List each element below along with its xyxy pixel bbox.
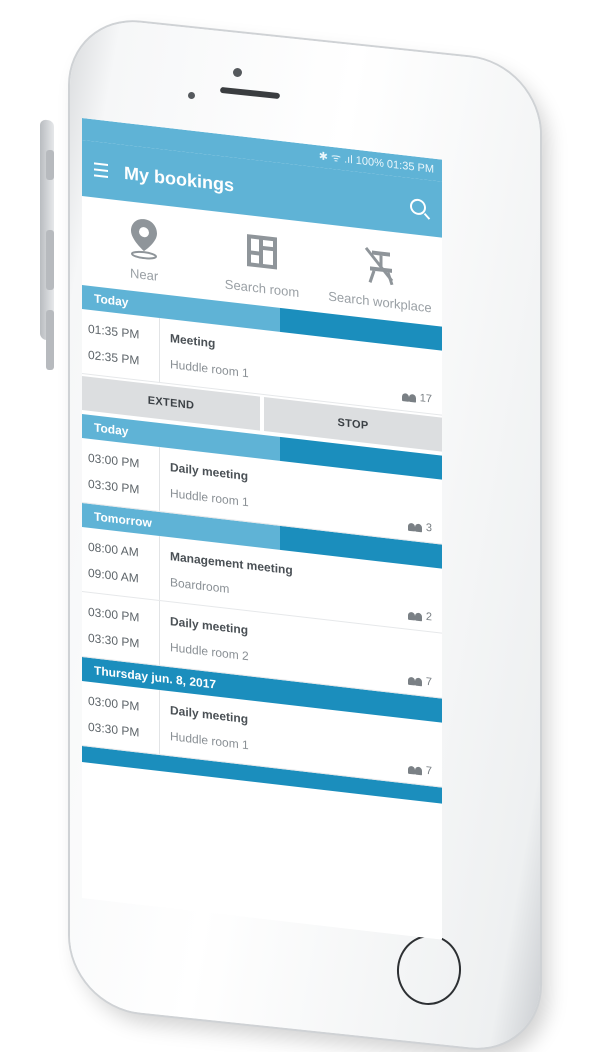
attendee-number: 7 bbox=[425, 675, 432, 689]
people-icon bbox=[407, 764, 422, 775]
search-icon[interactable] bbox=[410, 197, 426, 216]
page-title: My bookings bbox=[124, 162, 235, 196]
attendee-number: 2 bbox=[425, 610, 432, 624]
volume-down-button bbox=[46, 310, 54, 370]
booking-times: 03:00 PM 03:30 PM bbox=[82, 438, 160, 512]
attendee-number: 7 bbox=[425, 764, 432, 778]
near-label: Near bbox=[129, 265, 159, 284]
people-icon bbox=[407, 521, 422, 532]
mute-switch bbox=[46, 150, 54, 180]
booking-times: 08:00 AM 09:00 AM bbox=[82, 527, 160, 601]
floorplan-icon bbox=[204, 224, 320, 279]
booking-times: 01:35 PM 02:35 PM bbox=[82, 309, 160, 383]
people-icon bbox=[407, 675, 422, 686]
search-room-label: Search room bbox=[224, 276, 300, 301]
phone-mockup: ✱ ᯤ .ıl 100% 01:35 PM My bookings Near S… bbox=[0, 0, 607, 1052]
volume-up-button bbox=[46, 230, 54, 290]
search-room-button[interactable]: Search room bbox=[204, 224, 320, 302]
booking-times: 03:00 PM 03:30 PM bbox=[82, 681, 160, 755]
front-camera bbox=[233, 68, 242, 77]
people-icon bbox=[407, 610, 422, 621]
near-button[interactable]: Near bbox=[86, 210, 202, 288]
desk-chair-icon bbox=[322, 238, 438, 293]
booking-times: 03:00 PM 03:30 PM bbox=[82, 592, 160, 666]
attendee-number: 3 bbox=[425, 521, 432, 535]
search-workplace-button[interactable]: Search workplace bbox=[322, 238, 438, 316]
attendee-number: 17 bbox=[419, 392, 432, 406]
search-workplace-label: Search workplace bbox=[328, 288, 432, 316]
sensor-dot bbox=[188, 92, 195, 99]
hamburger-menu-icon[interactable] bbox=[94, 162, 108, 179]
location-pin-icon bbox=[86, 210, 202, 265]
app-screen: ✱ ᯤ .ıl 100% 01:35 PM My bookings Near S… bbox=[82, 118, 442, 940]
people-icon bbox=[401, 391, 416, 403]
